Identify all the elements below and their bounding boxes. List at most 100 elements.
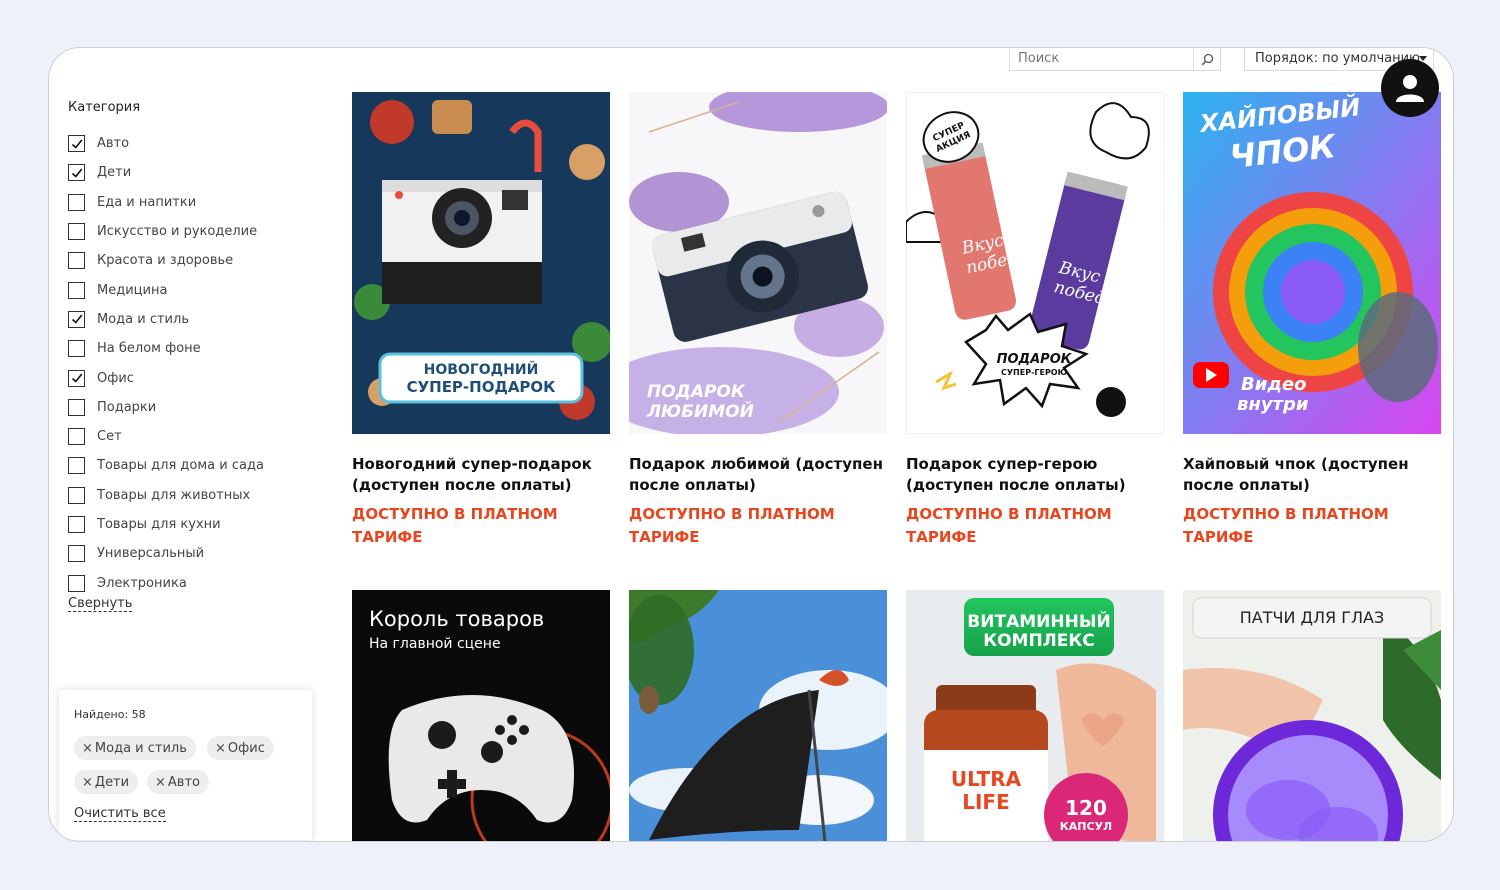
category-checkbox[interactable] <box>68 223 85 241</box>
category-checkbox[interactable] <box>68 398 85 416</box>
product-image[interactable]: Король товаров На главной сцене <box>352 590 610 841</box>
category-label: Офис <box>97 370 134 386</box>
image-text: ULTRA <box>951 767 1022 791</box>
collapse-link[interactable]: Свернуть <box>68 596 133 612</box>
product-card[interactable]: ПОДАРОК ЛЮБИМОЙ Подарок любимой (доступе… <box>629 92 887 549</box>
search-button[interactable] <box>1193 48 1220 70</box>
check-icon <box>71 373 82 383</box>
image-text: Видео <box>1241 374 1306 395</box>
product-card[interactable]: СУПЕР АКЦИЯ Вкус победы Вкус победы ПОДА… <box>906 92 1164 549</box>
active-filters-panel: Найдено: 58 × Мода и стиль × Офис × Дети × А… <box>59 690 312 840</box>
category-item[interactable]: Мода и стиль <box>68 305 264 334</box>
search-icon <box>1201 53 1213 65</box>
image-text: На главной сцене <box>369 636 501 652</box>
product-card[interactable]: ВИТАМИННЫЙ КОМПЛЕКС ULTRA LIFE 120 КАПСУ… <box>906 590 1164 841</box>
product-image[interactable]: ХАЙПОВЫЙ ЧПОК Видео внутри <box>1183 92 1441 434</box>
user-avatar-button[interactable] <box>1381 59 1439 117</box>
category-item[interactable]: Искусство и рукоделие <box>68 217 264 246</box>
product-image[interactable]: СУПЕР АКЦИЯ Вкус победы Вкус победы ПОДА… <box>906 92 1164 434</box>
category-checkbox[interactable] <box>68 340 85 358</box>
category-label: Медицина <box>97 282 168 298</box>
category-item[interactable]: Товары для животных <box>68 481 264 510</box>
close-icon: × <box>82 774 93 790</box>
category-checkbox[interactable] <box>68 164 85 182</box>
category-checkbox[interactable] <box>68 310 85 328</box>
category-item[interactable]: Сет <box>68 422 264 451</box>
image-text: LIFE <box>962 790 1010 814</box>
product-image[interactable]: ВИТАМИННЫЙ КОМПЛЕКС ULTRA LIFE 120 КАПСУ… <box>906 590 1164 841</box>
category-checkbox[interactable] <box>68 574 85 592</box>
category-item[interactable]: Товары для кухни <box>68 510 264 539</box>
category-item[interactable]: На белом фоне <box>68 334 264 363</box>
category-label: Товары для кухни <box>97 517 221 532</box>
image-text: КАПСУЛ <box>1060 820 1112 833</box>
category-list: Авто Дети Еда и напитки Искусство и рукодел… <box>68 129 264 598</box>
product-card[interactable]: ПАТЧИ ДЛЯ ГЛАЗ <box>1183 590 1441 841</box>
found-count: Найдено: 58 <box>74 708 146 721</box>
category-item[interactable]: Еда и напитки <box>68 188 264 217</box>
search-input[interactable] <box>1018 51 1188 66</box>
category-item[interactable]: Красота и здоровье <box>68 246 264 275</box>
clear-all-link[interactable]: Очистить все <box>74 806 166 822</box>
category-label: Еда и напитки <box>97 194 197 210</box>
product-card[interactable]: Король товаров На главной сцене <box>352 590 610 841</box>
filter-chip[interactable]: × Авто <box>147 770 209 794</box>
category-heading: Категория <box>68 100 141 115</box>
image-text: ПАТЧИ ДЛЯ ГЛАЗ <box>1240 608 1385 627</box>
category-checkbox[interactable] <box>68 516 85 533</box>
image-text: 120 <box>1065 796 1107 820</box>
category-item[interactable]: Электроника <box>68 568 264 597</box>
price-label: Доступно в платном тарифе <box>906 505 1112 546</box>
product-card[interactable] <box>629 590 887 841</box>
image-text: ВИТАМИННЫЙ <box>967 610 1110 632</box>
category-item[interactable]: Товары для дома и сада <box>68 451 264 480</box>
product-card[interactable]: НОВОГОДНИЙ СУПЕР-ПОДАРОК Новогодний супе… <box>352 92 610 549</box>
check-icon <box>71 168 82 178</box>
category-checkbox[interactable] <box>68 545 85 563</box>
category-label: Мода и стиль <box>97 311 189 327</box>
product-title[interactable]: Хайповый чпок (доступен после оплаты) <box>1183 454 1441 496</box>
image-text: ЛЮБИМОЙ <box>646 400 754 422</box>
product-card[interactable]: ХАЙПОВЫЙ ЧПОК Видео внутри Хайповый чпок… <box>1183 92 1441 549</box>
category-checkbox[interactable] <box>68 369 85 387</box>
image-text: СУПЕР-ПОДАРОК <box>407 378 557 396</box>
category-label: Товары для дома и сада <box>97 458 264 474</box>
image-text: ПОДАРОК <box>997 352 1073 367</box>
product-image[interactable]: ПАТЧИ ДЛЯ ГЛАЗ <box>1183 590 1441 841</box>
category-checkbox[interactable] <box>68 281 85 299</box>
category-checkbox[interactable] <box>68 252 85 270</box>
category-label: Универсальный <box>97 546 205 562</box>
category-checkbox[interactable] <box>68 135 85 153</box>
image-text: Король товаров <box>369 607 544 631</box>
close-icon: × <box>155 774 166 790</box>
user-icon <box>1396 75 1424 102</box>
image-text: НОВОГОДНИЙ <box>424 361 539 378</box>
check-icon <box>71 139 82 149</box>
image-text: СУПЕР-ГЕРОЮ <box>1001 368 1067 377</box>
product-title[interactable]: Подарок супер-герою (доступен после опла… <box>906 454 1164 496</box>
category-item[interactable]: Универсальный <box>68 539 264 568</box>
filter-chip[interactable]: × Мода и стиль <box>74 736 196 760</box>
image-text: ПОДАРОК <box>647 382 746 402</box>
product-image[interactable]: НОВОГОДНИЙ СУПЕР-ПОДАРОК <box>352 92 610 434</box>
category-checkbox[interactable] <box>68 486 85 504</box>
category-checkbox[interactable] <box>68 193 85 211</box>
price-label: Доступно в платном тарифе <box>629 505 835 546</box>
category-item[interactable]: Медицина <box>68 275 264 304</box>
category-checkbox[interactable] <box>68 457 85 475</box>
product-title[interactable]: Подарок любимой (доступен после оплаты) <box>629 454 887 496</box>
category-checkbox[interactable] <box>68 428 85 446</box>
close-icon: × <box>82 740 93 756</box>
category-item[interactable]: Дети <box>68 158 264 187</box>
filter-chip[interactable]: × Офис <box>207 736 274 760</box>
category-item[interactable]: Офис <box>68 363 264 392</box>
product-title[interactable]: Новогодний супер-подарок (доступен после… <box>352 454 610 496</box>
category-label: Товары для животных <box>97 487 251 503</box>
product-image[interactable]: ПОДАРОК ЛЮБИМОЙ <box>629 92 887 434</box>
category-item[interactable]: Подарки <box>68 393 264 422</box>
price-label: Доступно в платном тарифе <box>1183 505 1389 546</box>
category-item[interactable]: Авто <box>68 129 264 158</box>
category-label: Дети <box>97 165 132 181</box>
filter-chip[interactable]: × Дети <box>74 770 139 794</box>
product-image[interactable] <box>629 590 887 841</box>
